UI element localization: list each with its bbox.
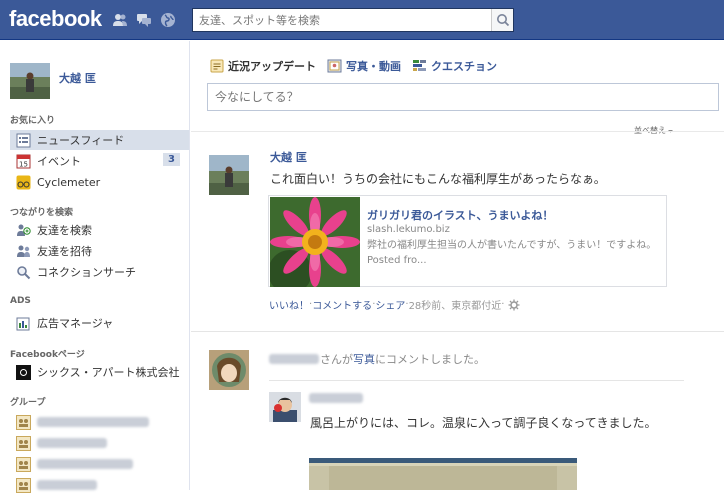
app-icon <box>16 175 31 189</box>
sidebar-item-invite-friends[interactable]: 友達を招待 <box>10 241 189 261</box>
photo-link[interactable]: 写真 <box>353 351 375 367</box>
ads-manager-icon <box>16 317 30 330</box>
blurred-user-name[interactable] <box>269 354 319 364</box>
section-favorites-heading: お気に入り <box>10 116 56 126</box>
sidebar-item-label: 友達を検索 <box>37 224 92 237</box>
news-feed-main: 近況アップデート 写真・動画 クエスチョン 並べ替え <box>191 41 724 490</box>
question-icon <box>413 60 426 71</box>
top-bar: facebook <box>0 0 724 40</box>
sidebar-item-label: 友達を招待 <box>37 245 92 258</box>
post-timestamp-location[interactable]: 28秒前、東京都付近 <box>409 297 502 312</box>
svg-text:15: 15 <box>19 160 28 168</box>
sidebar-item-label: Cyclemeter <box>37 175 101 189</box>
attachment-thumbnail[interactable] <box>270 197 360 287</box>
tab-label: クエスチョン <box>431 60 497 73</box>
notifications-globe-icon[interactable] <box>160 12 176 28</box>
separator: · <box>501 299 505 310</box>
sidebar-item-page-six-apart[interactable]: シックス・アパート株式会社 <box>10 362 189 382</box>
group-icon <box>16 456 31 472</box>
tab-label: 写真・動画 <box>346 60 401 73</box>
comment-text: 風呂上がりには、コレ。温泉に入って調子良くなってきました。 <box>310 416 657 430</box>
sidebar-item-group[interactable] <box>10 433 189 453</box>
sidebar-item-label: コネクションサーチ <box>37 266 136 279</box>
comment-link[interactable]: コメントする <box>312 297 372 312</box>
blurred-commenter-name[interactable] <box>309 393 363 403</box>
privacy-gear-icon[interactable] <box>508 299 520 311</box>
blurred-group-name <box>37 417 149 427</box>
commenter-avatar[interactable] <box>269 392 301 422</box>
magnifier-icon <box>17 265 31 279</box>
section-pages-heading: Facebookページ <box>10 350 85 360</box>
tab-photo-video[interactable]: 写真・動画 <box>327 58 401 74</box>
divider <box>191 131 724 132</box>
section-groups-heading: グループ <box>10 398 46 408</box>
activity-story: さんが 写真 にコメントしました。 <box>269 351 485 367</box>
story-text-suffix: にコメントしました。 <box>375 353 485 366</box>
section-connect-heading: つながりを検索 <box>10 208 74 218</box>
tab-label: 近況アップデート <box>228 60 316 73</box>
sidebar-item-label: シックス・アパート株式会社 <box>37 366 180 379</box>
post-message: これ面白い！うちの会社にもこんな福利厚生があったらなぁ。 <box>270 172 606 186</box>
attachment-title-link[interactable]: ガリガリ君のイラスト、うまいよね！ <box>367 207 553 223</box>
search-box <box>192 8 514 32</box>
search-input[interactable] <box>193 9 491 31</box>
like-link[interactable]: いいね！ <box>269 297 309 312</box>
page-logo-icon <box>16 364 31 380</box>
post-author-name[interactable]: 大越 匡 <box>270 149 307 165</box>
sidebar-item-news-feed[interactable]: ニュースフィード <box>10 130 189 150</box>
shared-photo[interactable] <box>309 458 577 490</box>
sidebar-item-label: 広告マネージャ <box>37 317 114 330</box>
blurred-group-name <box>37 480 97 490</box>
sidebar-item-group[interactable] <box>10 454 189 474</box>
profile-avatar[interactable] <box>10 63 50 99</box>
post-author-avatar[interactable] <box>209 350 249 390</box>
profile-name-link[interactable]: 大越 匡 <box>59 70 96 86</box>
divider <box>191 331 724 332</box>
sidebar-item-find-friends[interactable]: 友達を検索 <box>10 220 189 240</box>
section-ads-heading: ADS <box>10 296 31 306</box>
attachment-description: 弊社の福利厚生担当の人が書いたんですが、うまい！ですよね。 Posted fro… <box>367 240 657 266</box>
tab-question[interactable]: クエスチョン <box>412 58 497 74</box>
sidebar-item-group[interactable] <box>10 412 189 432</box>
messages-icon[interactable] <box>136 12 152 28</box>
facebook-logo[interactable]: facebook <box>9 6 102 32</box>
friends-icon <box>17 224 31 236</box>
sidebar-item-ads-manager[interactable]: 広告マネージャ <box>10 313 189 333</box>
tab-status-update[interactable]: 近況アップデート <box>210 58 316 74</box>
friend-requests-icon[interactable] <box>112 12 128 28</box>
composer-box <box>207 83 719 111</box>
blurred-group-name <box>37 459 133 469</box>
left-sidebar: 大越 匡 お気に入り ニュースフィード 15 イベント 3 Cyclemeter… <box>0 41 190 493</box>
photo-icon <box>327 59 342 73</box>
sidebar-item-label: ニュースフィード <box>37 134 125 147</box>
sidebar-item-label: イベント <box>37 155 81 168</box>
sidebar-item-events[interactable]: 15 イベント 3 <box>10 151 189 171</box>
calendar-icon: 15 <box>16 154 31 168</box>
sidebar-item-group[interactable] <box>10 475 189 495</box>
divider <box>269 380 684 381</box>
news-feed-icon <box>16 133 31 147</box>
status-input[interactable] <box>208 84 718 110</box>
search-icon <box>497 14 510 27</box>
share-link[interactable]: シェア <box>375 297 405 312</box>
blurred-group-name <box>37 438 107 448</box>
post-author-avatar[interactable] <box>209 155 249 195</box>
attachment-domain: slash.lekumo.biz <box>367 224 450 235</box>
group-icon <box>16 414 31 430</box>
group-icon <box>16 477 31 493</box>
group-icon <box>16 435 31 451</box>
sidebar-item-connection-search[interactable]: コネクションサーチ <box>10 262 189 282</box>
search-button[interactable] <box>491 9 513 31</box>
link-attachment[interactable]: ガリガリ君のイラスト、うまいよね！ slash.lekumo.biz 弊社の福利… <box>268 195 667 287</box>
story-text-prefix: さんが <box>320 353 353 366</box>
post-action-bar: いいね！ · コメントする · シェア · 28秒前、東京都付近 · <box>269 297 520 312</box>
composer-tabs: 近況アップデート 写真・動画 クエスチョン <box>210 58 508 74</box>
events-count-badge: 3 <box>163 153 180 166</box>
status-icon <box>210 59 224 73</box>
sidebar-item-cyclemeter[interactable]: Cyclemeter <box>10 172 189 192</box>
invite-friends-icon <box>17 245 30 257</box>
